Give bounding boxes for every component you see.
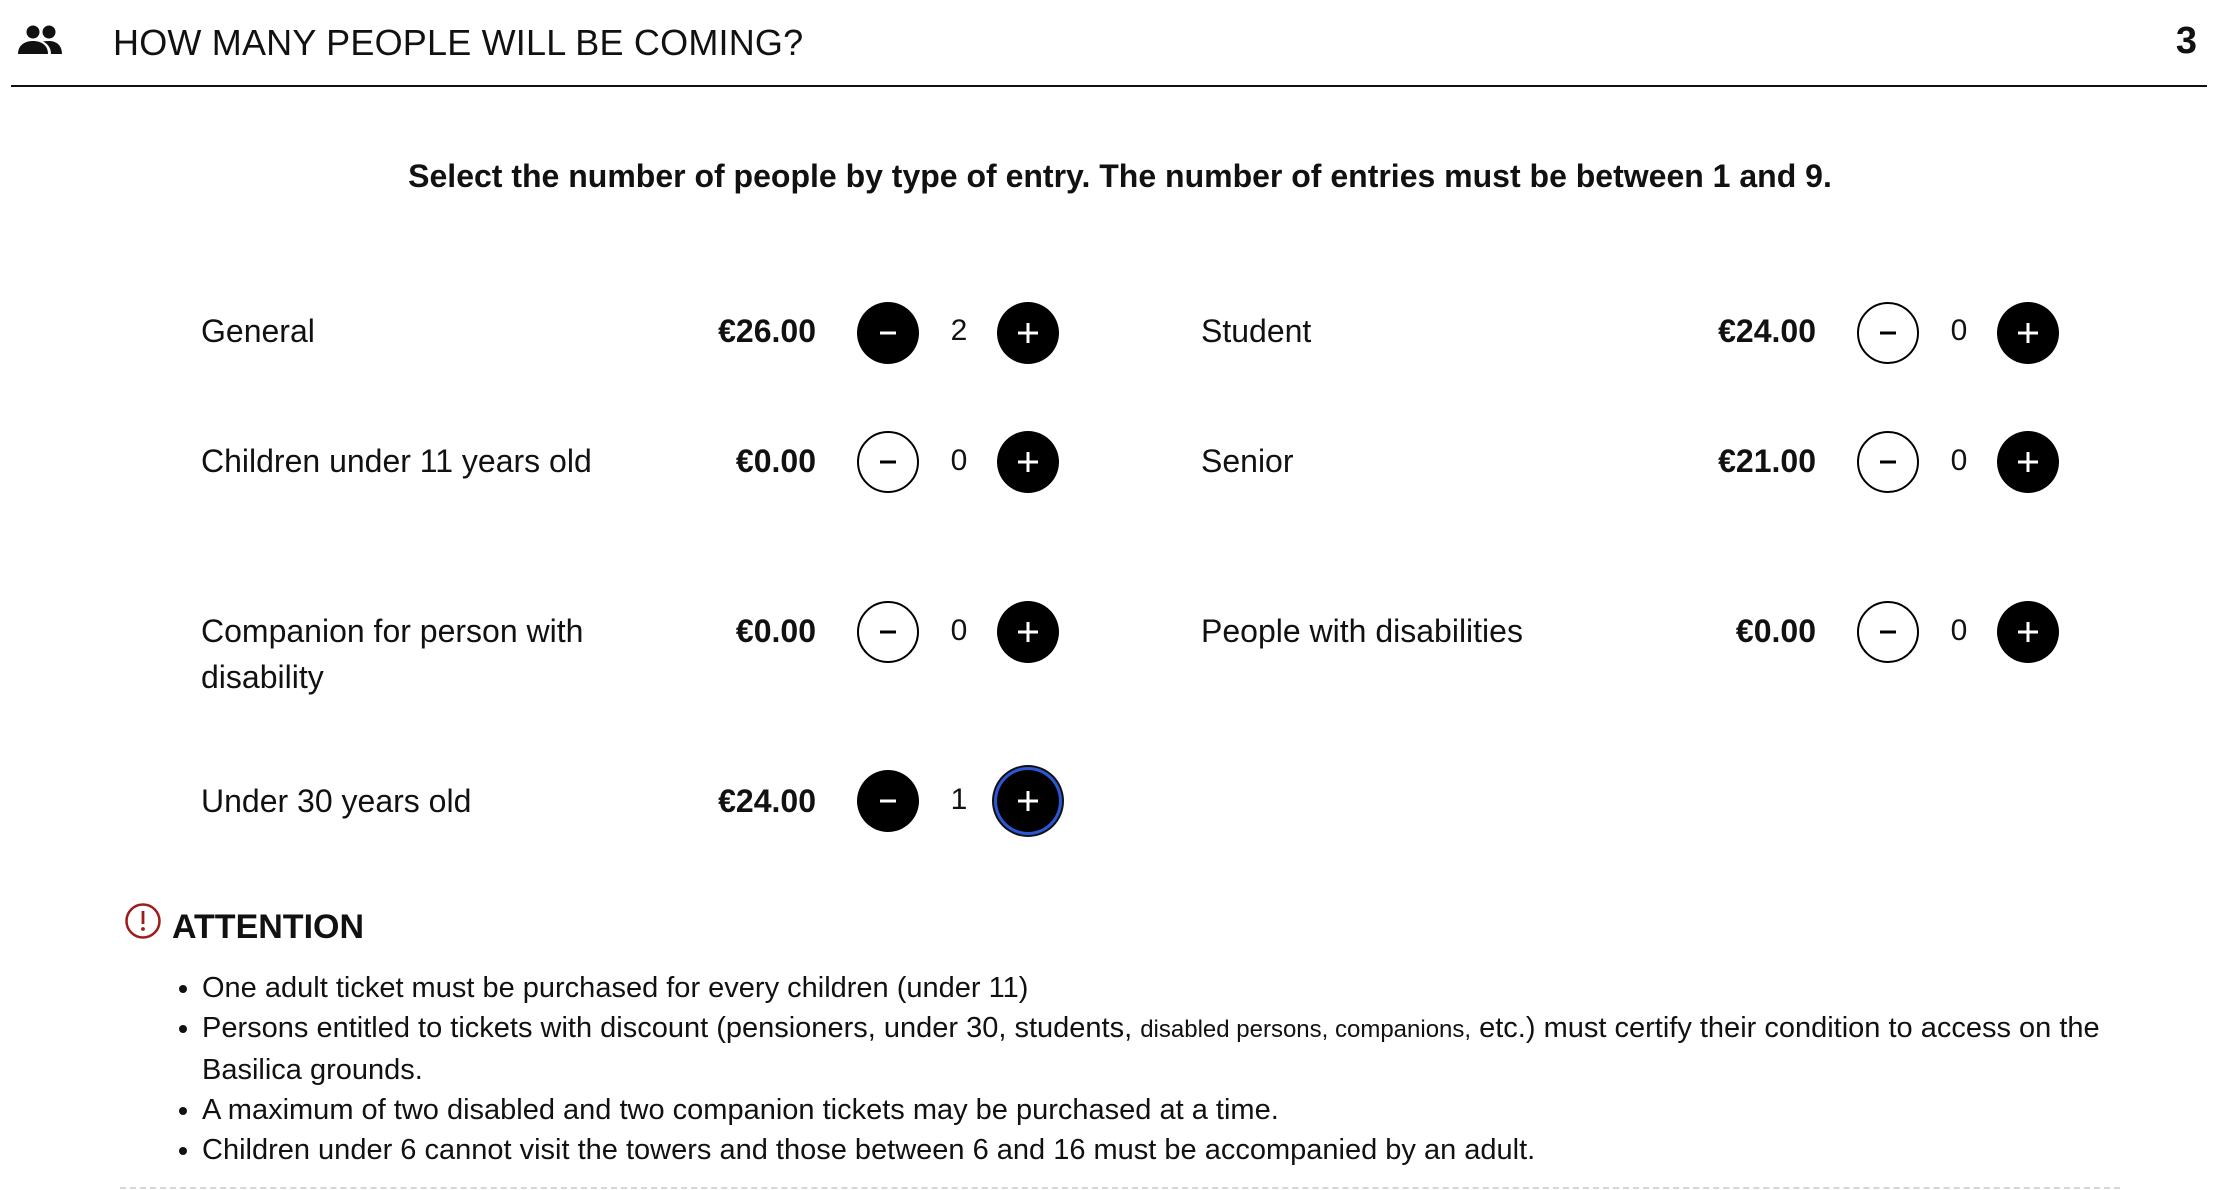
companion-decrement-button[interactable] bbox=[857, 601, 919, 663]
ticket-row-disabilities: People with disabilities €0.00 bbox=[1201, 608, 1816, 678]
disabilities-quantity: 0 bbox=[1950, 614, 1968, 647]
ticket-price: €0.00 bbox=[735, 613, 816, 649]
general-increment-button[interactable] bbox=[997, 302, 1059, 364]
note-text: A maximum of two disabled and two compan… bbox=[202, 1094, 1279, 1126]
warning-circle-icon bbox=[124, 902, 162, 940]
plus-icon bbox=[1018, 622, 1038, 642]
list-item: A maximum of two disabled and two compan… bbox=[202, 1090, 2132, 1130]
people-icon bbox=[15, 24, 63, 56]
note-text-small: disabled persons, companions, bbox=[1140, 1016, 1472, 1043]
ticket-price: €24.00 bbox=[1718, 313, 1816, 349]
ticket-row-student: Student €24.00 bbox=[1201, 308, 1816, 378]
plus-icon bbox=[1018, 452, 1038, 472]
ticket-price: €26.00 bbox=[718, 313, 816, 349]
ticket-price: €21.00 bbox=[1718, 443, 1816, 479]
senior-decrement-button[interactable] bbox=[1857, 431, 1919, 493]
student-increment-button[interactable] bbox=[1997, 302, 2059, 364]
disabilities-increment-button[interactable] bbox=[1997, 601, 2059, 663]
ticket-row-children: Children under 11 years old €0.00 bbox=[201, 438, 816, 508]
note-text: Persons entitled to tickets with discoun… bbox=[202, 1012, 1141, 1044]
minus-icon bbox=[1880, 460, 1896, 464]
section-title: HOW MANY PEOPLE WILL BE COMING? bbox=[113, 22, 804, 63]
ticket-label: Student bbox=[1201, 313, 1312, 349]
note-text: One adult ticket must be purchased for e… bbox=[202, 972, 1029, 1004]
plus-icon bbox=[1018, 323, 1038, 343]
disabilities-decrement-button[interactable] bbox=[1857, 601, 1919, 663]
ticket-row-under30: Under 30 years old €24.00 bbox=[201, 778, 816, 848]
ticket-label: Companion for person with disability bbox=[201, 613, 584, 695]
list-item: Children under 6 cannot visit the towers… bbox=[202, 1130, 2132, 1170]
companion-quantity: 0 bbox=[950, 614, 968, 647]
minus-icon bbox=[880, 331, 896, 335]
senior-quantity: 0 bbox=[1950, 444, 1968, 477]
list-item: One adult ticket must be purchased for e… bbox=[202, 968, 2132, 1008]
minus-icon bbox=[1880, 630, 1896, 634]
section-header: HOW MANY PEOPLE WILL BE COMING? 3 bbox=[11, 0, 2207, 87]
minus-icon bbox=[880, 460, 896, 464]
list-item: Persons entitled to tickets with discoun… bbox=[202, 1008, 2132, 1090]
note-text: Children under 6 cannot visit the towers… bbox=[202, 1134, 1536, 1166]
student-decrement-button[interactable] bbox=[1857, 302, 1919, 364]
under30-decrement-button[interactable] bbox=[857, 770, 919, 832]
ticket-row-general: General €26.00 bbox=[201, 308, 816, 378]
general-decrement-button[interactable] bbox=[857, 302, 919, 364]
attention-heading: ATTENTION bbox=[172, 908, 365, 946]
plus-icon bbox=[1018, 791, 1038, 811]
ticket-price: €0.00 bbox=[735, 443, 816, 479]
ticket-label: General bbox=[201, 313, 315, 349]
ticket-price: €0.00 bbox=[1735, 613, 1816, 649]
ticket-row-senior: Senior €21.00 bbox=[1201, 438, 1816, 508]
companion-increment-button[interactable] bbox=[997, 601, 1059, 663]
under30-increment-button[interactable] bbox=[997, 770, 1059, 832]
section-divider bbox=[120, 1187, 2120, 1189]
ticket-label: Senior bbox=[1201, 443, 1294, 479]
ticket-label: People with disabilities bbox=[1201, 613, 1523, 649]
ticket-price: €24.00 bbox=[718, 783, 816, 819]
instruction-text: Select the number of people by type of e… bbox=[408, 158, 1832, 194]
step-number: 3 bbox=[2175, 20, 2197, 62]
attention-notes-list: One adult ticket must be purchased for e… bbox=[170, 968, 2132, 1170]
ticket-row-companion: Companion for person with disability €0.… bbox=[201, 608, 816, 695]
under30-quantity: 1 bbox=[950, 783, 968, 816]
minus-icon bbox=[880, 799, 896, 803]
children-quantity: 0 bbox=[950, 444, 968, 477]
senior-increment-button[interactable] bbox=[1997, 431, 2059, 493]
plus-icon bbox=[2018, 452, 2038, 472]
minus-icon bbox=[1880, 331, 1896, 335]
general-quantity: 2 bbox=[950, 314, 968, 347]
plus-icon bbox=[2018, 622, 2038, 642]
children-decrement-button[interactable] bbox=[857, 431, 919, 493]
children-increment-button[interactable] bbox=[997, 431, 1059, 493]
ticket-label: Under 30 years old bbox=[201, 783, 472, 819]
ticket-label: Children under 11 years old bbox=[201, 443, 592, 479]
plus-icon bbox=[2018, 323, 2038, 343]
student-quantity: 0 bbox=[1950, 314, 1968, 347]
minus-icon bbox=[880, 630, 896, 634]
